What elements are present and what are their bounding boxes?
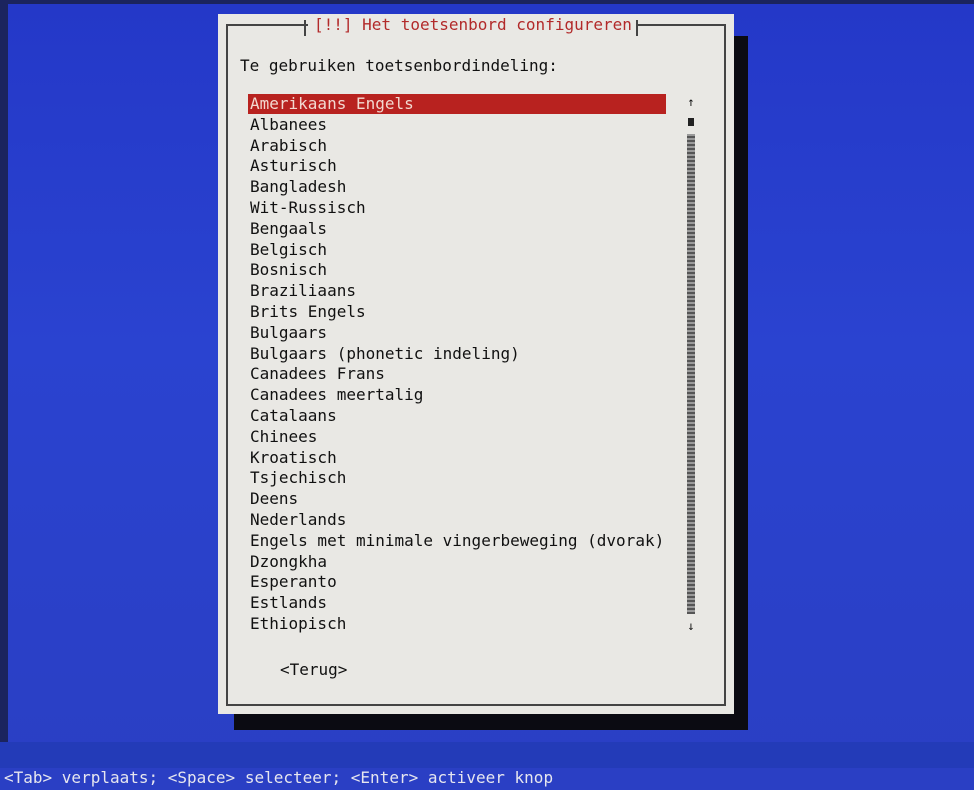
dialog-title: [!!] Het toetsenbord configureren <box>308 14 638 36</box>
layout-option[interactable]: Belgisch <box>248 240 327 260</box>
layout-option[interactable]: Kroatisch <box>248 448 337 468</box>
keyboard-config-dialog: [!!] Het toetsenbord configureren Te geb… <box>218 14 734 714</box>
title-divider-left <box>304 20 306 36</box>
layout-option[interactable]: Catalaans <box>248 406 337 426</box>
scrollbar-thumb[interactable] <box>688 118 694 126</box>
layout-option[interactable]: Ethiopisch <box>248 614 346 634</box>
layout-option[interactable]: Deens <box>248 489 298 509</box>
layout-option[interactable]: Brits Engels <box>248 302 366 322</box>
layout-option[interactable]: Wit-Russisch <box>248 198 366 218</box>
arrow-up-icon[interactable]: ↑ <box>684 94 698 110</box>
layout-option[interactable]: Bengaals <box>248 219 327 239</box>
status-bar: <Tab> verplaats; <Space> selecteer; <Ent… <box>0 742 974 787</box>
keyboard-layout-list[interactable]: Amerikaans Engels Albanees Arabisch Asturis… <box>248 94 668 634</box>
layout-option[interactable]: Engels met minimale vingerbeweging (dvor… <box>248 531 664 551</box>
back-button[interactable]: <Terug> <box>278 660 349 679</box>
scrollbar[interactable]: ↑ ↓ <box>684 94 698 634</box>
layout-option[interactable]: Chinees <box>248 427 317 447</box>
layout-option[interactable]: Albanees <box>248 115 327 135</box>
layout-option[interactable]: Dzongkha <box>248 552 327 572</box>
layout-option[interactable]: Bulgaars <box>248 323 327 343</box>
layout-option[interactable]: Canadees meertalig <box>248 385 423 405</box>
scrollbar-track[interactable] <box>687 134 695 614</box>
layout-option[interactable]: Braziliaans <box>248 281 356 301</box>
layout-option[interactable]: Bulgaars (phonetic indeling) <box>248 344 520 364</box>
layout-option[interactable]: Tsjechisch <box>248 468 346 488</box>
title-divider-right <box>636 20 638 36</box>
layout-option[interactable]: Canadees Frans <box>248 364 385 384</box>
layout-option[interactable]: Estlands <box>248 593 327 613</box>
monitor-bezel-left <box>0 0 8 768</box>
layout-option[interactable]: Bangladesh <box>248 177 346 197</box>
monitor-bezel-top <box>0 0 974 4</box>
dialog-prompt: Te gebruiken toetsenbordindeling: <box>240 56 558 75</box>
layout-option[interactable]: Nederlands <box>248 510 346 530</box>
arrow-down-icon[interactable]: ↓ <box>684 618 698 634</box>
layout-option[interactable]: Bosnisch <box>248 260 327 280</box>
layout-option[interactable]: Amerikaans Engels <box>248 94 666 114</box>
status-bar-help-text: <Tab> verplaats; <Space> selecteer; <Ent… <box>4 768 554 787</box>
layout-option[interactable]: Esperanto <box>248 572 337 592</box>
layout-option[interactable]: Asturisch <box>248 156 337 176</box>
layout-option[interactable]: Arabisch <box>248 136 327 156</box>
